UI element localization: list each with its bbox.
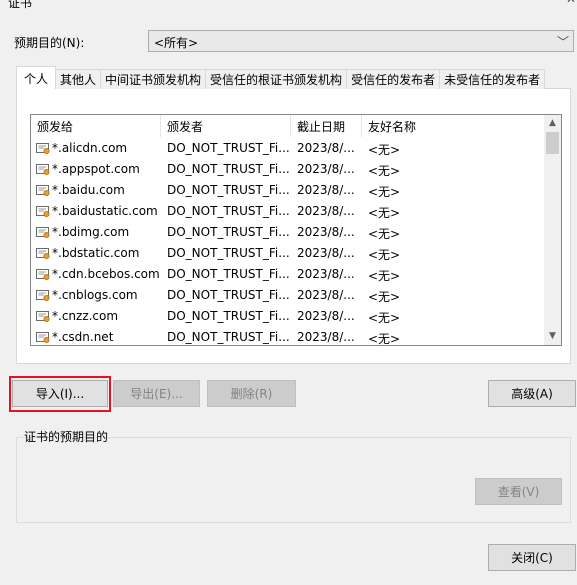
cell-expiration: 2023/8/...	[297, 309, 355, 323]
scroll-down-arrow-icon[interactable]: ▼	[544, 328, 561, 345]
table-row[interactable]: *.cdn.bcebos.com DO_NOT_TRUST_Fi... 2023/8…	[31, 264, 545, 285]
cell-expiration: 2023/8/...	[297, 267, 355, 281]
cell-issued-to: *.bdimg.com	[52, 225, 130, 239]
cell-expiration: 2023/8/...	[297, 225, 355, 239]
vertical-scrollbar[interactable]: ▲ ▼	[544, 115, 561, 345]
tab-personal[interactable]: 个人	[16, 66, 57, 89]
cell-friendly-name: <无>	[368, 332, 401, 346]
cell-friendly-name: <无>	[368, 248, 401, 262]
cell-issuer: DO_NOT_TRUST_Fi...	[167, 267, 290, 281]
certificate-icon	[36, 163, 50, 176]
table-row[interactable]: *.csdn.net DO_NOT_TRUST_Fi... 2023/8/... <无…	[31, 327, 545, 346]
cell-issued-to: *.cdn.bcebos.com	[52, 267, 160, 281]
certificate-icon	[36, 142, 50, 155]
window-close-icon[interactable]: ✕	[566, 0, 577, 6]
scrollbar-thumb[interactable]	[546, 132, 559, 154]
cell-expiration: 2023/8/...	[297, 141, 355, 155]
cell-friendly-name: <无>	[368, 269, 401, 283]
cell-issuer: DO_NOT_TRUST_Fi...	[167, 141, 290, 155]
column-header-issued-to[interactable]: 颁发给	[31, 115, 161, 137]
certificate-icon	[36, 205, 50, 218]
cell-friendly-name: <无>	[368, 206, 401, 220]
cell-issued-to: *.csdn.net	[52, 330, 114, 344]
cell-issuer: DO_NOT_TRUST_Fi...	[167, 309, 290, 323]
cell-friendly-name: <无>	[368, 185, 401, 199]
cell-issued-to: *.cnzz.com	[52, 309, 119, 323]
cell-expiration: 2023/8/...	[297, 204, 355, 218]
cell-expiration: 2023/8/...	[297, 183, 355, 197]
purpose-dropdown[interactable]: <所有> ﹀	[148, 30, 574, 52]
table-row[interactable]: *.alicdn.com DO_NOT_TRUST_Fi... 2023/8/...…	[31, 138, 545, 159]
cell-expiration: 2023/8/...	[297, 288, 355, 302]
cell-issuer: DO_NOT_TRUST_Fi...	[167, 162, 290, 176]
table-row[interactable]: *.baidustatic.com DO_NOT_TRUST_Fi... 2023/…	[31, 201, 545, 222]
tab-strip: 个人 其他人 中间证书颁发机构 受信任的根证书颁发机构 受信任的发布者 未受信任…	[16, 66, 546, 89]
cell-issuer: DO_NOT_TRUST_Fi...	[167, 288, 290, 302]
cell-expiration: 2023/8/...	[297, 162, 355, 176]
tab-other-people[interactable]: 其他人	[55, 69, 102, 89]
table-row[interactable]: *.baidu.com DO_NOT_TRUST_Fi... 2023/8/... <…	[31, 180, 545, 201]
cell-issuer: DO_NOT_TRUST_Fi...	[167, 225, 290, 239]
cell-friendly-name: <无>	[368, 164, 401, 178]
cell-issued-to: *.cnblogs.com	[52, 288, 138, 302]
chevron-down-icon: ﹀	[556, 35, 569, 49]
cell-issued-to: *.baidu.com	[52, 183, 125, 197]
cell-issued-to: *.appspot.com	[52, 162, 140, 176]
window-title: 证书	[8, 0, 33, 10]
cell-issued-to: *.baidustatic.com	[52, 204, 158, 218]
column-header-expiration[interactable]: 截止日期	[291, 115, 362, 137]
view-button[interactable]: 查看(V)	[475, 478, 562, 505]
cell-issuer: DO_NOT_TRUST_Fi...	[167, 204, 290, 218]
tab-intermediate-ca[interactable]: 中间证书颁发机构	[100, 69, 207, 89]
column-header-friendly-name[interactable]: 友好名称	[362, 115, 472, 137]
purpose-dropdown-value: <所有>	[154, 36, 199, 50]
cell-issuer: DO_NOT_TRUST_Fi...	[167, 330, 290, 344]
purpose-label: 预期目的(N):	[14, 36, 85, 50]
column-header-issuer[interactable]: 颁发者	[161, 115, 291, 137]
scroll-up-arrow-icon[interactable]: ▲	[544, 115, 561, 132]
import-button[interactable]: 导入(I)...	[12, 380, 108, 407]
certificate-icon	[36, 289, 50, 302]
remove-button[interactable]: 删除(R)	[207, 380, 296, 407]
advanced-button[interactable]: 高级(A)	[488, 380, 576, 407]
cell-issued-to: *.bdstatic.com	[52, 246, 140, 260]
cell-friendly-name: <无>	[368, 290, 401, 304]
certificate-icon	[36, 226, 50, 239]
cell-expiration: 2023/8/...	[297, 246, 355, 260]
table-row[interactable]: *.cnblogs.com DO_NOT_TRUST_Fi... 2023/8/..…	[31, 285, 545, 306]
certificate-icon	[36, 184, 50, 197]
certificate-icon	[36, 247, 50, 260]
cell-issued-to: *.alicdn.com	[52, 141, 128, 155]
export-button[interactable]: 导出(E)...	[113, 380, 200, 407]
cell-issuer: DO_NOT_TRUST_Fi...	[167, 246, 290, 260]
cell-friendly-name: <无>	[368, 143, 401, 157]
tab-trusted-root-ca[interactable]: 受信任的根证书颁发机构	[205, 69, 348, 89]
table-row[interactable]: *.bdstatic.com DO_NOT_TRUST_Fi... 2023/8/.…	[31, 243, 545, 264]
close-button[interactable]: 关闭(C)	[488, 544, 576, 571]
cell-expiration: 2023/8/...	[297, 330, 355, 344]
purpose-group-label: 证书的预期目的	[24, 430, 109, 444]
cell-friendly-name: <无>	[368, 227, 401, 241]
certificate-icon	[36, 268, 50, 281]
tab-untrusted-publishers[interactable]: 未受信任的发布者	[439, 69, 546, 89]
table-row[interactable]: *.appspot.com DO_NOT_TRUST_Fi... 2023/8/..…	[31, 159, 545, 180]
table-row[interactable]: *.cnzz.com DO_NOT_TRUST_Fi... 2023/8/... <无…	[31, 306, 545, 327]
certificate-icon	[36, 310, 50, 323]
cell-friendly-name: <无>	[368, 311, 401, 325]
certificate-list[interactable]: 颁发给 颁发者 截止日期 友好名称 *.alicdn.com DO_NOT_TRU…	[30, 114, 562, 346]
table-row[interactable]: *.bdimg.com DO_NOT_TRUST_Fi... 2023/8/... <…	[31, 222, 545, 243]
tab-trusted-publishers[interactable]: 受信任的发布者	[346, 69, 441, 89]
cell-issuer: DO_NOT_TRUST_Fi...	[167, 183, 290, 197]
certificate-icon	[36, 331, 50, 344]
